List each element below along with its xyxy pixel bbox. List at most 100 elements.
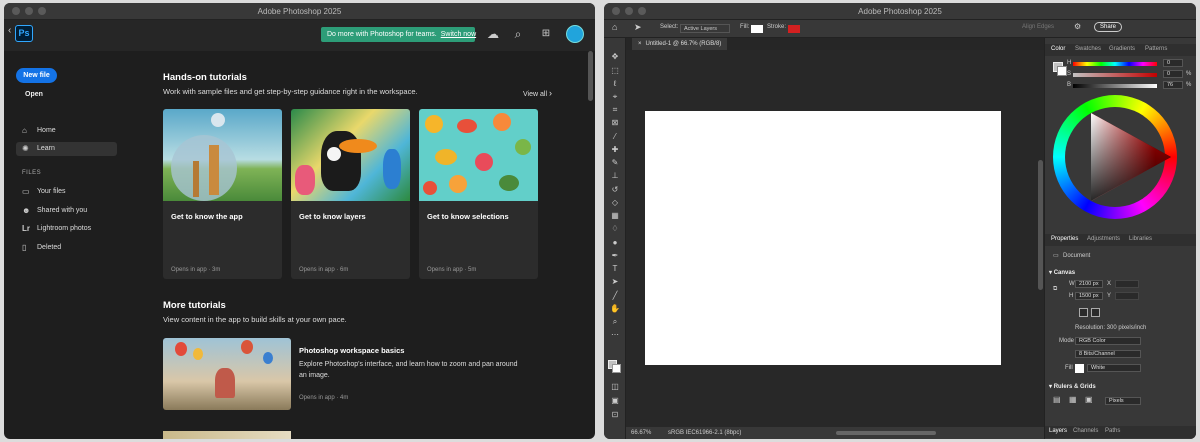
switch-now-link[interactable]: Switch now	[441, 31, 476, 38]
link-icon[interactable]: ⧉	[1053, 286, 1057, 293]
saturation-slider[interactable]	[1073, 73, 1157, 77]
tab-swatches[interactable]: Swatches	[1075, 46, 1101, 52]
nav-lightroom-photos[interactable]: Lr Lightroom photos	[16, 222, 117, 236]
search-icon[interactable]: ⌕	[511, 27, 525, 41]
tab-channels[interactable]: Channels	[1073, 428, 1098, 434]
brightness-value[interactable]: 76	[1163, 81, 1183, 89]
balloons-image[interactable]	[163, 338, 291, 410]
nav-learn[interactable]: ✺ Learn	[16, 142, 117, 156]
document-tab[interactable]: × Untitled-1 @ 66.7% (RGB/8)	[632, 38, 728, 50]
hue-slider[interactable]	[1073, 62, 1157, 66]
avatar[interactable]	[566, 25, 584, 43]
type-tool-icon[interactable]: T	[609, 264, 621, 274]
history-brush-tool-icon[interactable]: ↺	[609, 185, 621, 195]
view-all-link[interactable]: View all ›	[523, 88, 552, 98]
pen-tool-icon[interactable]: ✒	[609, 251, 621, 261]
shape-tool-icon[interactable]: ╱	[609, 291, 621, 301]
tab-properties[interactable]: Properties	[1051, 236, 1078, 242]
nav-home[interactable]: ⌂ Home	[16, 124, 117, 138]
grid-icon[interactable]: ▦	[1069, 395, 1077, 404]
width-field[interactable]: 2100 px	[1075, 280, 1103, 288]
dodge-tool-icon[interactable]: ●	[609, 238, 621, 248]
color-wheel[interactable]	[1053, 95, 1177, 219]
healing-tool-icon[interactable]: ✚	[609, 145, 621, 155]
more-tools-icon[interactable]: ⋯	[609, 330, 621, 340]
units-dropdown[interactable]: Pixels	[1105, 397, 1141, 405]
marquee-tool-icon[interactable]: ⬚	[609, 66, 621, 76]
hsb-b-label: B	[1067, 82, 1072, 88]
horizontal-scrollbar[interactable]	[836, 431, 936, 435]
move-tool-icon[interactable]: ✥	[609, 52, 621, 62]
nav-deleted[interactable]: ▯ Deleted	[16, 241, 117, 255]
next-tutorial-image[interactable]	[163, 431, 291, 439]
fill-dropdown[interactable]: White	[1087, 364, 1141, 372]
blur-tool-icon[interactable]: ♢	[609, 224, 621, 234]
portrait-orientation-icon[interactable]	[1079, 308, 1088, 317]
stroke-swatch[interactable]	[788, 25, 800, 33]
bit-depth-dropdown[interactable]: 8 Bits/Channel	[1075, 350, 1141, 358]
edit-toolbar-icon[interactable]: ⊡	[609, 410, 621, 420]
x-field[interactable]	[1115, 280, 1139, 288]
y-field[interactable]	[1115, 292, 1139, 300]
zoom-tool-icon[interactable]: ⌕	[609, 317, 621, 327]
stamp-tool-icon[interactable]: ⊥	[609, 171, 621, 181]
more-item-title[interactable]: Photoshop workspace basics	[299, 346, 404, 355]
vertical-scrollbar[interactable]	[1038, 160, 1043, 290]
tab-patterns[interactable]: Patterns	[1145, 46, 1167, 52]
tab-libraries[interactable]: Libraries	[1129, 236, 1152, 242]
tab-gradients[interactable]: Gradients	[1109, 46, 1135, 52]
teams-promo-banner[interactable]: Do more with Photoshop for teams. Switch …	[321, 27, 476, 42]
align-edges-checkbox[interactable]: Align Edges	[1022, 24, 1054, 30]
zoom-level[interactable]: 66.67%	[631, 427, 651, 439]
frame-tool-icon[interactable]: ⊠	[609, 118, 621, 128]
eraser-tool-icon[interactable]: ◇	[609, 198, 621, 208]
background-color-swatch[interactable]	[612, 364, 621, 373]
quick-mask-icon[interactable]: ◫	[609, 382, 621, 392]
close-icon[interactable]: ×	[638, 41, 642, 47]
rulers-grids-section[interactable]: ▾ Rulers & Grids	[1049, 383, 1096, 390]
lasso-tool-icon[interactable]: ℓ	[609, 79, 621, 89]
hue-value[interactable]: 0	[1163, 59, 1183, 67]
tab-color[interactable]: Color	[1051, 46, 1065, 52]
open-button[interactable]: Open	[25, 91, 43, 98]
crop-tool-icon[interactable]: ⌗	[609, 105, 621, 115]
gift-icon[interactable]: ⊞	[539, 27, 553, 41]
screen-mode-icon[interactable]: ▣	[609, 396, 621, 406]
move-tool-icon[interactable]: ➤	[634, 22, 642, 33]
gear-icon[interactable]: ⚙	[1074, 22, 1081, 31]
eyedropper-tool-icon[interactable]: ⁄	[609, 132, 621, 142]
home-icon[interactable]: ⌂	[612, 22, 617, 32]
fill-color-swatch[interactable]	[1075, 364, 1084, 373]
select-dropdown[interactable]: Active Layers	[680, 24, 730, 33]
scrollbar[interactable]	[588, 51, 593, 101]
nav-your-files[interactable]: ▭ Your files	[16, 185, 117, 199]
hand-tool-icon[interactable]: ✋	[609, 304, 621, 314]
ruler-icon[interactable]: ▤	[1053, 395, 1061, 404]
tutorial-card-app[interactable]: Get to know the app Opens in app · 3m	[163, 109, 282, 279]
color-background-swatch[interactable]	[1057, 66, 1067, 76]
document-canvas[interactable]	[645, 111, 1001, 365]
more-tutorials-subtitle: View content in the app to build skills …	[163, 315, 347, 324]
height-field[interactable]: 1500 px	[1075, 292, 1103, 300]
landscape-orientation-icon[interactable]	[1091, 308, 1100, 317]
tab-layers[interactable]: Layers	[1049, 428, 1067, 434]
tab-paths[interactable]: Paths	[1105, 428, 1120, 434]
path-select-tool-icon[interactable]: ➤	[609, 277, 621, 287]
mode-dropdown[interactable]: RGB Color	[1075, 337, 1141, 345]
tutorial-card-selections[interactable]: Get to know selections Opens in app · 5m	[419, 109, 538, 279]
nav-shared-with-you[interactable]: ☻ Shared with you	[16, 204, 117, 218]
saturation-value[interactable]: 0	[1163, 70, 1183, 78]
tutorial-card-layers[interactable]: Get to know layers Opens in app · 6m	[291, 109, 410, 279]
fill-swatch[interactable]	[751, 25, 763, 33]
object-select-tool-icon[interactable]: ⌖	[609, 92, 621, 102]
brush-tool-icon[interactable]: ✎	[609, 158, 621, 168]
gradient-tool-icon[interactable]: ▦	[609, 211, 621, 221]
guides-icon[interactable]: ▣	[1085, 395, 1093, 404]
new-file-button[interactable]: New file	[16, 68, 57, 83]
canvas-section[interactable]: ▾ Canvas	[1049, 269, 1075, 276]
tab-adjustments[interactable]: Adjustments	[1087, 236, 1120, 242]
cloud-icon[interactable]: ☁	[486, 27, 500, 41]
share-button[interactable]: Share	[1094, 22, 1123, 32]
back-chevron-icon[interactable]: ‹	[8, 25, 11, 36]
brightness-slider[interactable]	[1073, 84, 1157, 88]
